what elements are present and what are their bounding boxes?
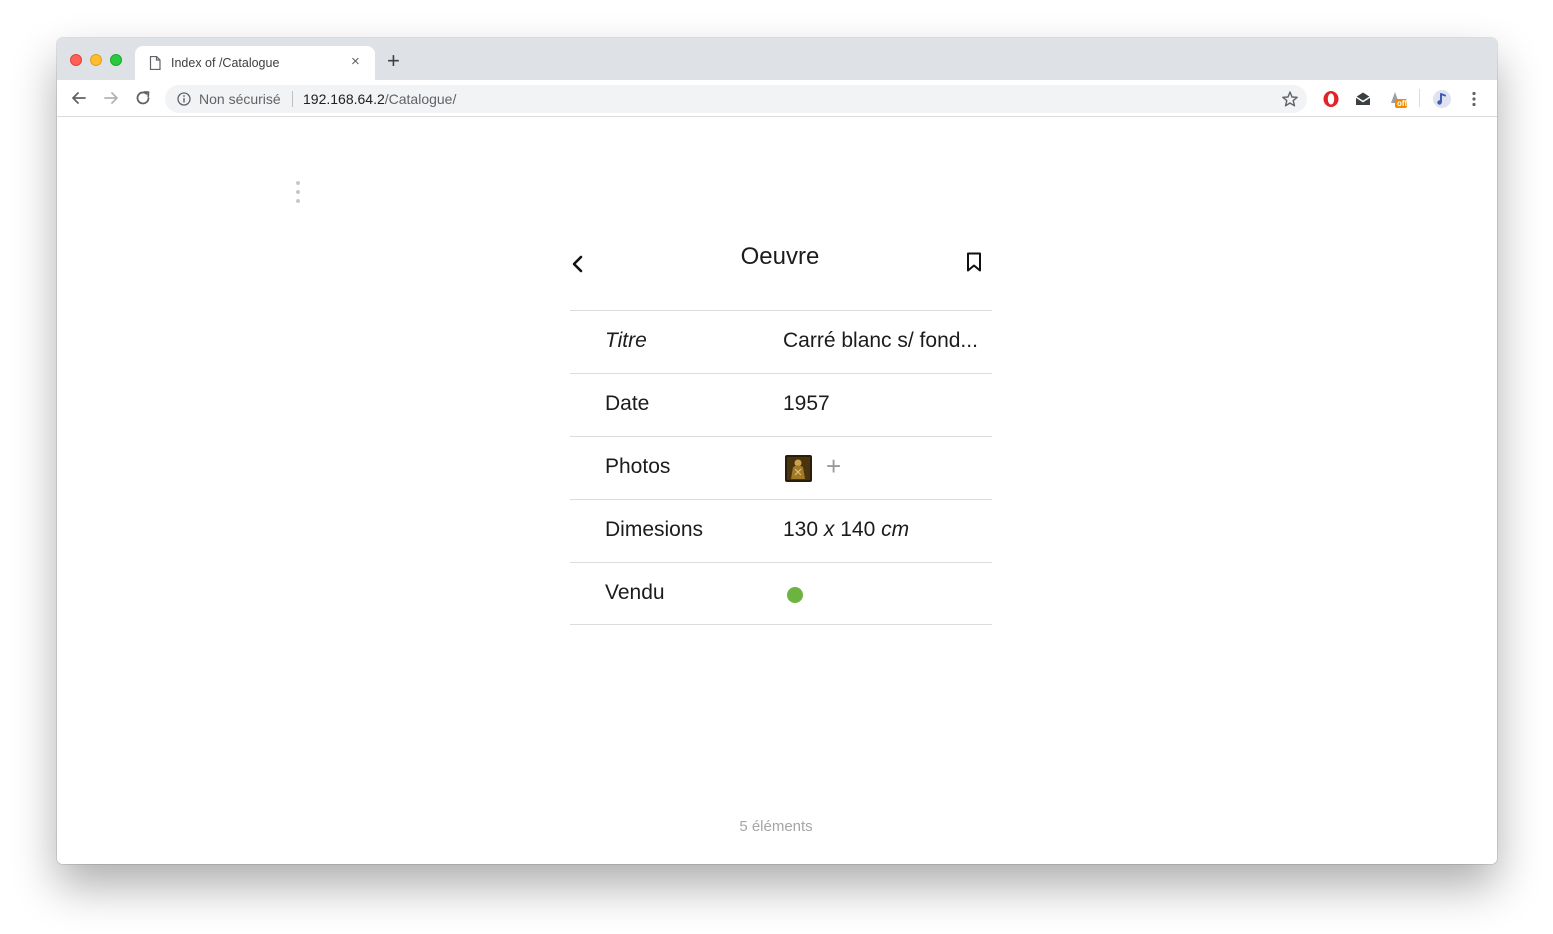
more-options-icon[interactable] bbox=[296, 181, 300, 205]
dimension-height: 140 bbox=[840, 518, 876, 541]
extension-badge: off bbox=[1397, 99, 1408, 108]
security-label[interactable]: Non sécurisé bbox=[199, 91, 281, 107]
dimension-separator: x bbox=[823, 518, 835, 541]
item-count: 5 éléments bbox=[739, 818, 813, 835]
details-table: Titre Carré blanc s/ fond... Date 1957 P… bbox=[570, 310, 992, 625]
new-tab-button[interactable]: + bbox=[387, 50, 400, 72]
address-bar[interactable]: Non sécurisé 192.168.64.2/Catalogue/ bbox=[165, 85, 1307, 113]
photo-thumbnail[interactable] bbox=[785, 455, 812, 482]
browser-toolbar: Non sécurisé 192.168.64.2/Catalogue/ bbox=[57, 80, 1497, 117]
tab-strip: Index of /Catalogue × + bbox=[57, 38, 1497, 80]
row-label: Dimesions bbox=[605, 518, 704, 541]
extension-puzzle-icon[interactable]: off bbox=[1387, 89, 1407, 109]
dimension-unit: cm bbox=[881, 518, 910, 541]
opera-icon[interactable] bbox=[1321, 89, 1341, 109]
chrome-menu-icon[interactable] bbox=[1464, 89, 1484, 109]
dimension-width: 130 bbox=[783, 518, 819, 541]
bookmark-star-icon[interactable] bbox=[1281, 90, 1299, 108]
add-photo-button[interactable]: + bbox=[826, 451, 841, 481]
sold-status-dot[interactable] bbox=[787, 587, 803, 603]
row-date[interactable]: Date 1957 bbox=[570, 373, 992, 436]
tab-title: Index of /Catalogue bbox=[171, 56, 280, 70]
row-vendu[interactable]: Vendu bbox=[570, 562, 992, 625]
row-photos: Photos + bbox=[570, 436, 992, 499]
url-path: /Catalogue/ bbox=[384, 91, 457, 107]
row-value: 1957 bbox=[783, 392, 830, 415]
forward-icon[interactable] bbox=[101, 88, 121, 108]
url-host: 192.168.64.2 bbox=[303, 91, 385, 107]
row-label: Vendu bbox=[605, 581, 665, 604]
page-content: Oeuvre Titre Carré blanc s/ fond... Date… bbox=[57, 118, 1497, 864]
row-value: 130 x 140 cm bbox=[783, 518, 909, 542]
back-icon[interactable] bbox=[69, 88, 89, 108]
page-icon bbox=[149, 55, 161, 71]
url-text[interactable]: 192.168.64.2/Catalogue/ bbox=[303, 91, 456, 107]
page-title: Oeuvre bbox=[740, 243, 820, 270]
bookmark-icon[interactable] bbox=[963, 251, 985, 273]
row-titre[interactable]: Titre Carré blanc s/ fond... bbox=[570, 310, 992, 373]
omnibox-divider bbox=[292, 91, 293, 107]
toolbar-divider bbox=[1419, 89, 1420, 107]
tab-close-icon[interactable]: × bbox=[351, 53, 360, 71]
tab-catalogue[interactable]: Index of /Catalogue × bbox=[135, 46, 375, 80]
browser-window: Index of /Catalogue × + Non sécurisé 192… bbox=[57, 38, 1497, 864]
row-label: Photos bbox=[605, 455, 671, 478]
info-icon[interactable] bbox=[177, 92, 191, 106]
mail-icon[interactable] bbox=[1353, 89, 1373, 109]
close-window-button[interactable] bbox=[70, 54, 82, 66]
minimize-window-button[interactable] bbox=[90, 54, 102, 66]
row-label: Date bbox=[605, 392, 650, 415]
row-value: Carré blanc s/ fond... bbox=[783, 329, 978, 352]
maximize-window-button[interactable] bbox=[110, 54, 122, 66]
row-dimensions[interactable]: Dimesions 130 x 140 cm bbox=[570, 499, 992, 562]
reload-icon[interactable] bbox=[133, 88, 153, 108]
row-label: Titre bbox=[605, 329, 647, 352]
profile-avatar-icon[interactable] bbox=[1432, 89, 1452, 109]
